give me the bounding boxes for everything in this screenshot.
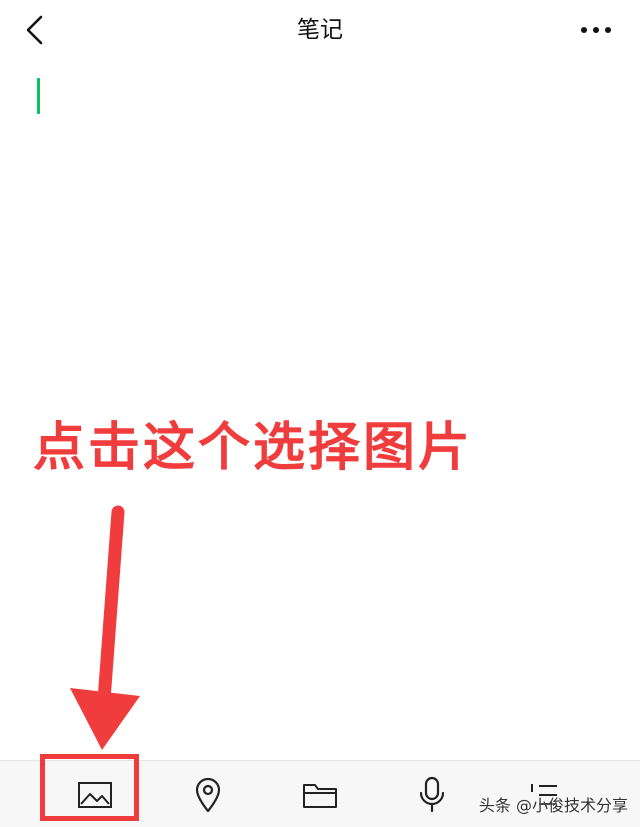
more-horizontal-icon: [581, 27, 611, 33]
more-button[interactable]: [576, 14, 616, 46]
note-editor-screen: 笔记 点击这个选择图片 头条 @小俊技术分享: [0, 0, 640, 827]
annotation-highlight-box: [40, 754, 139, 821]
insert-location-button[interactable]: [186, 773, 230, 817]
header-bar: 笔记: [0, 0, 640, 62]
folder-icon: [303, 784, 337, 808]
page-title: 笔记: [297, 17, 343, 43]
text-cursor: [37, 78, 40, 114]
insert-voice-button[interactable]: [410, 773, 454, 817]
insert-file-button[interactable]: [298, 773, 342, 817]
watermark-text: 头条 @小俊技术分享: [478, 796, 628, 815]
location-pin-icon: [195, 777, 221, 813]
annotation-arrow: [70, 505, 140, 750]
annotation-instruction: 点击这个选择图片: [33, 418, 474, 478]
microphone-icon: [419, 776, 445, 813]
